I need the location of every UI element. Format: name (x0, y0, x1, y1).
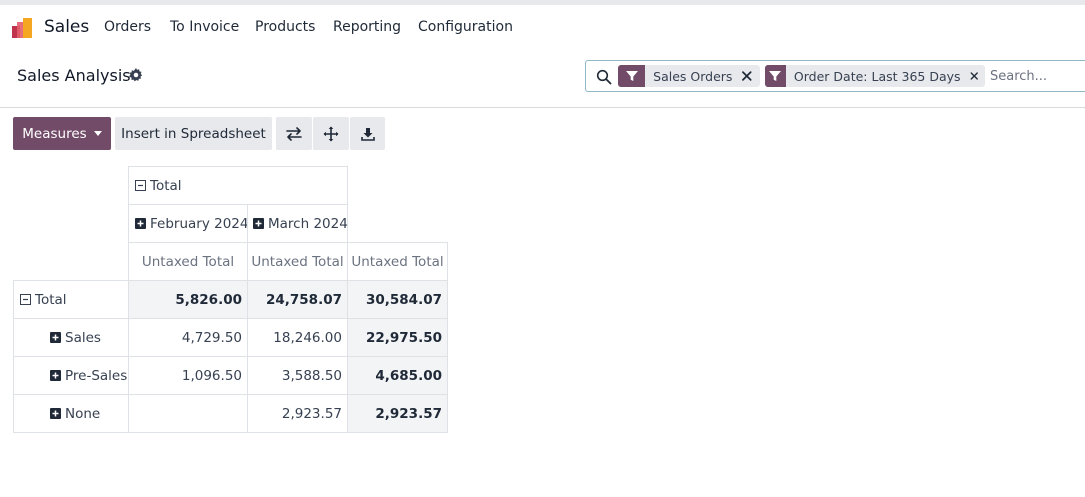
download-button[interactable] (350, 117, 385, 150)
insert-in-spreadsheet-button[interactable]: Insert in Spreadsheet (115, 117, 272, 150)
close-icon[interactable] (740, 69, 754, 83)
col-header-february-2024[interactable]: February 2024 (128, 204, 248, 243)
close-icon[interactable] (969, 69, 979, 83)
pivot-cell[interactable]: 3,588.50 (247, 356, 348, 395)
expand-icon (50, 332, 61, 343)
search-icon[interactable] (596, 69, 612, 85)
row-header-sales[interactable]: Sales (13, 318, 129, 357)
pivot-cell[interactable] (128, 394, 248, 433)
menu-products[interactable]: Products (255, 19, 315, 35)
pivot-cell[interactable]: 5,826.00 (128, 280, 248, 319)
menu-to-invoice[interactable]: To Invoice (170, 19, 239, 35)
pivot-cell[interactable]: 24,758.07 (247, 280, 348, 319)
facet-value: Sales Orders (653, 68, 733, 84)
search-input[interactable] (990, 66, 1085, 86)
search-facet-sales-orders[interactable]: Sales Orders (618, 65, 760, 87)
page-title: Sales Analysis (17, 66, 131, 85)
pivot-cell[interactable]: 22,975.50 (347, 318, 448, 357)
flip-axis-icon (286, 126, 302, 141)
menu-reporting[interactable]: Reporting (333, 19, 401, 35)
app-name[interactable]: Sales (44, 17, 89, 37)
main-navbar: Sales Orders To Invoice Products Reporti… (0, 5, 1085, 50)
measures-dropdown-button[interactable]: Measures (13, 117, 111, 150)
expand-icon (50, 370, 61, 381)
menu-orders[interactable]: Orders (104, 19, 151, 35)
measure-header[interactable]: Untaxed Total (247, 242, 348, 281)
col-header-march-2024[interactable]: March 2024 (247, 204, 348, 243)
pivot-cell[interactable]: 2,923.57 (247, 394, 348, 433)
collapse-icon (135, 180, 146, 191)
search-bar[interactable]: Sales Orders Order Date: Last 365 Days (585, 60, 1085, 92)
row-header-total[interactable]: Total (13, 280, 129, 319)
filter-icon (618, 65, 646, 87)
pivot-cell[interactable]: 4,685.00 (347, 356, 448, 395)
expand-icon (50, 408, 61, 419)
sales-app-logo-icon[interactable] (12, 17, 34, 39)
filter-icon (765, 65, 786, 87)
pivot-cell[interactable]: 4,729.50 (128, 318, 248, 357)
gear-icon[interactable] (129, 68, 143, 82)
pivot-cell[interactable]: 1,096.50 (128, 356, 248, 395)
row-header-pre-sales-label: Pre-Sales (65, 367, 128, 384)
expand-icon (135, 218, 146, 229)
menu-configuration[interactable]: Configuration (418, 19, 513, 35)
pivot-cell[interactable]: 18,246.00 (247, 318, 348, 357)
col-header-march-label: March 2024 (268, 215, 348, 232)
control-panel: Sales Analysis Sales Orders Order Date: … (0, 50, 1085, 108)
col-header-total-label: Total (150, 177, 182, 194)
flip-axis-button[interactable] (276, 117, 312, 150)
measure-header[interactable]: Untaxed Total (128, 242, 248, 281)
insert-label: Insert in Spreadsheet (121, 125, 266, 142)
pivot-cell[interactable]: 30,584.07 (347, 280, 448, 319)
row-header-none-label: None (65, 405, 101, 422)
col-header-february-label: February 2024 (150, 215, 249, 232)
expand-icon (253, 218, 264, 229)
row-header-total-label: Total (35, 291, 67, 308)
facet-value: Order Date: Last 365 Days (793, 68, 961, 84)
expand-all-button[interactable] (313, 117, 349, 150)
row-header-none[interactable]: None (13, 394, 129, 433)
measure-header[interactable]: Untaxed Total (347, 242, 448, 281)
col-header-total[interactable]: Total (128, 166, 348, 205)
pivot-cell[interactable]: 2,923.57 (347, 394, 448, 433)
expand-all-icon (323, 126, 339, 141)
measures-label: Measures (22, 125, 87, 142)
caret-down-icon (93, 131, 102, 136)
collapse-icon (20, 294, 31, 305)
row-header-sales-label: Sales (65, 329, 101, 346)
row-header-pre-sales[interactable]: Pre-Sales (13, 356, 129, 395)
download-icon (360, 127, 375, 141)
search-facet-order-date[interactable]: Order Date: Last 365 Days (765, 65, 985, 87)
